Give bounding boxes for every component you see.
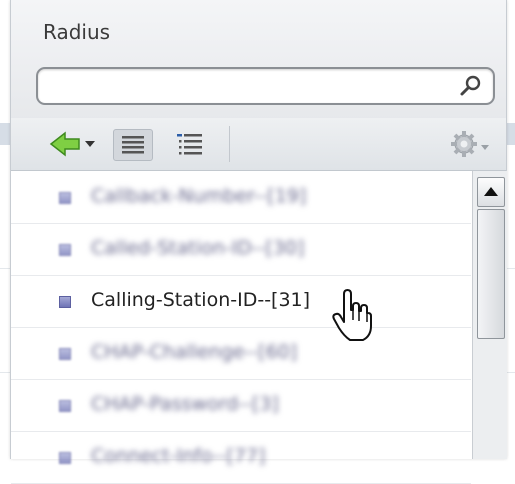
bullet-icon xyxy=(59,244,71,256)
background-divider xyxy=(0,372,10,373)
bullet-icon xyxy=(59,348,71,360)
green-left-arrow-icon xyxy=(49,131,95,157)
list-item-label: Called-Station-ID--[30] xyxy=(91,237,305,259)
scroll-up-button[interactable] xyxy=(477,177,505,207)
list-item-label: CHAP-Password--[3] xyxy=(91,393,279,415)
triangle-up-icon xyxy=(484,187,498,196)
tree-view-button[interactable] xyxy=(171,129,209,159)
radius-dictionary-panel: Radius Callback-Number--[19] Called-Stat… xyxy=(10,0,507,484)
panel-header: Radius xyxy=(11,0,506,123)
list-item-label: Calling-Station-ID--[31] xyxy=(91,289,311,311)
toolbar-separator xyxy=(229,126,230,162)
search-input[interactable] xyxy=(46,74,445,98)
settings-dropdown-button[interactable] xyxy=(447,129,493,159)
list-item-selected[interactable]: Calling-Station-ID--[31] xyxy=(11,275,471,328)
list-item[interactable]: CHAP-Challenge--[60] xyxy=(11,327,471,380)
scrollbar-thumb[interactable] xyxy=(477,209,505,339)
hand-pointer-cursor-icon xyxy=(332,289,372,341)
back-dropdown-button[interactable] xyxy=(49,129,107,159)
panel-title: Radius xyxy=(43,20,111,44)
list-item[interactable]: Called-Station-ID--[30] xyxy=(11,223,471,276)
bullet-icon xyxy=(59,296,71,308)
list-item-label: CHAP-Challenge--[60] xyxy=(91,341,298,363)
attribute-list: Callback-Number--[19] Called-Station-ID-… xyxy=(11,171,506,484)
search-icon[interactable] xyxy=(459,74,483,98)
bullet-icon xyxy=(59,192,71,204)
search-box[interactable] xyxy=(36,67,495,105)
list-item-label: Connect-Info--[77] xyxy=(91,445,266,467)
tree-view-icon xyxy=(177,134,202,155)
vertical-scrollbar[interactable] xyxy=(472,171,507,459)
list-view-icon xyxy=(122,136,144,154)
list-item-label: Callback-Number--[19] xyxy=(91,185,307,207)
background-divider xyxy=(0,268,10,269)
list-item[interactable]: CHAP-Password--[3] xyxy=(11,379,471,432)
gear-icon xyxy=(451,131,489,157)
list-item[interactable]: Connect-Info--[77] xyxy=(11,431,471,484)
toolbar xyxy=(11,118,506,171)
list-item[interactable]: Callback-Number--[19] xyxy=(11,171,471,224)
list-view-button[interactable] xyxy=(113,129,153,161)
bullet-icon xyxy=(59,400,71,412)
bullet-icon xyxy=(59,452,71,464)
